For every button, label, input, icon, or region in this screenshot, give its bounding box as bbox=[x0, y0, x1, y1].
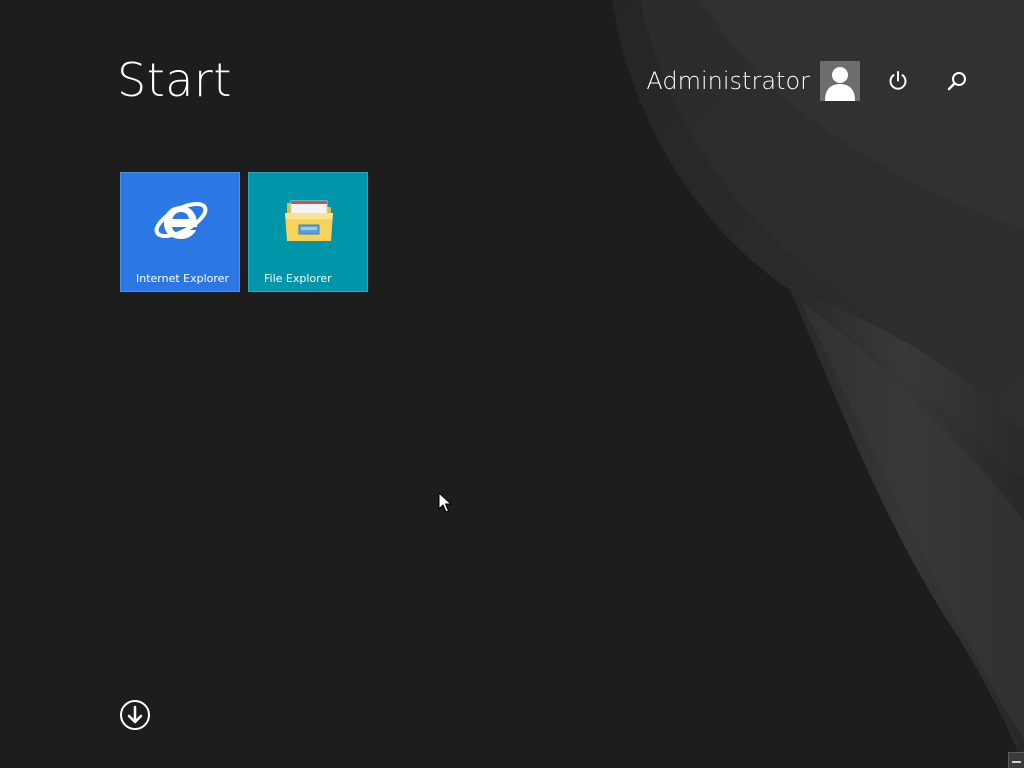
tile-label: File Explorer bbox=[264, 272, 332, 285]
search-icon bbox=[947, 72, 966, 91]
tile-label: Internet Explorer bbox=[136, 272, 229, 285]
background-swirl bbox=[612, 0, 1024, 768]
user-account-button[interactable]: Administrator bbox=[646, 60, 860, 102]
file-explorer-folder-icon bbox=[285, 200, 333, 241]
search-button[interactable] bbox=[938, 62, 976, 100]
internet-explorer-icon bbox=[154, 202, 208, 239]
corner-minimize-button[interactable] bbox=[1008, 752, 1024, 768]
tile-file-explorer[interactable]: File Explorer bbox=[248, 172, 368, 292]
user-name: Administrator bbox=[646, 67, 810, 95]
start-screen: Start Administrator Internet Explorer Fi… bbox=[0, 0, 1024, 768]
power-button[interactable] bbox=[879, 62, 917, 100]
tile-internet-explorer[interactable]: Internet Explorer bbox=[120, 172, 240, 292]
power-icon bbox=[889, 71, 907, 90]
user-silhouette-icon bbox=[820, 61, 860, 101]
all-apps-button[interactable] bbox=[119, 699, 151, 731]
page-title: Start bbox=[117, 53, 232, 107]
arrow-down-circle-icon bbox=[120, 700, 150, 730]
